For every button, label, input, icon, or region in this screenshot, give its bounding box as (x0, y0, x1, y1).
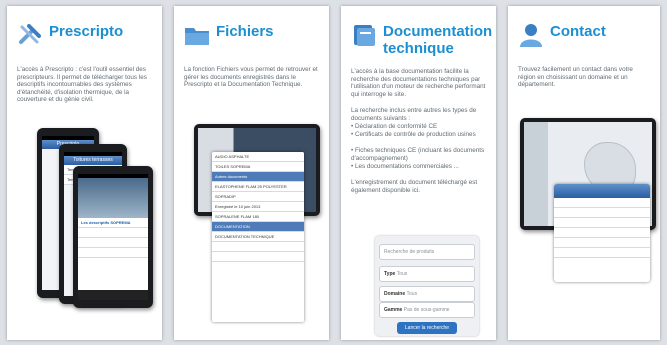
panel-title: Prescripto (49, 23, 124, 40)
book-icon (351, 22, 377, 48)
file-item[interactable]: Autres documents (212, 172, 304, 182)
panel-fichiers: Fichiers La fonction Fichiers vous perme… (174, 6, 329, 340)
file-item[interactable]: Enregistré le 10 juin 2013 (212, 202, 304, 212)
phone-screen: Les descriptifs SOPREMA (78, 174, 148, 300)
panel-prescripto: Prescripto L'accès à Prescripto : c'est … (7, 6, 162, 340)
file-item[interactable]: SOPRALENE FLAM 180 (212, 212, 304, 222)
folder-icon (184, 22, 210, 48)
panel-title: Contact (550, 23, 606, 40)
mock-tabbar (78, 290, 148, 300)
panel-header: Prescripto (17, 16, 156, 56)
file-item[interactable]: SOPRADIP (212, 192, 304, 202)
mock-photo (78, 178, 148, 218)
contact-card (554, 184, 650, 282)
person-icon (518, 22, 544, 48)
range-select[interactable]: Gamme Pas de sous-gamme (379, 302, 475, 318)
mock-list-title: Les descriptifs SOPREMA (78, 218, 148, 228)
search-button[interactable]: Lancer la recherche (397, 322, 457, 334)
panel-title-line2: technique (383, 40, 454, 57)
search-form: Recherche de produits Type Tous Domaine … (375, 236, 479, 336)
list-intro: La recherche inclus entre autres les typ… (351, 107, 477, 122)
phone-mockup-front: Les descriptifs SOPREMA (73, 166, 153, 308)
panel-header: Contact (518, 16, 654, 56)
panel-description: L'accès à la base documentation facilite… (351, 68, 486, 98)
search-input[interactable]: Recherche de produits (379, 244, 475, 260)
card-header (554, 184, 650, 198)
list-item: • Déclaration de conformité CE (351, 123, 438, 130)
range-label: Gamme (384, 307, 404, 313)
file-item[interactable]: TOILES SOPREMA (212, 162, 304, 172)
list-item: • Certificats de contrôle de production … (351, 131, 476, 138)
type-value: Tous (396, 271, 408, 277)
panel-description: La fonction Fichiers vous permet de retr… (184, 66, 318, 89)
panel-description: Trouvez facilement un contact dans votre… (518, 66, 633, 89)
panel-header: Fichiers (184, 16, 323, 56)
panel-title-line1: Documentation (383, 23, 493, 40)
range-value: Pas de sous-gamme (403, 307, 450, 313)
list-item: • Fiches techniques CE (incluant les doc… (351, 147, 485, 162)
file-item[interactable]: DOCUMENTATION (212, 222, 304, 232)
tools-icon (17, 22, 43, 48)
panel-header: Documentation technique (351, 16, 493, 64)
domain-select[interactable]: Domaine Tous (379, 286, 475, 302)
panel-documentation: Documentation technique L'accès à la bas… (341, 6, 496, 340)
file-item[interactable]: ELASTOPHENE FLAM 25 POLYESTER (212, 182, 304, 192)
domain-value: Tous (406, 291, 418, 297)
domain-label: Domaine (384, 291, 407, 297)
mock-row: Toitures terrasses (64, 156, 122, 165)
type-label: Type (384, 271, 397, 277)
panel-footer: L'enregistrement du document téléchargé … (351, 179, 478, 194)
list-item: • Les documentations commerciales ... (351, 163, 459, 170)
type-select[interactable]: Type Tous (379, 266, 475, 282)
panel-title: Fichiers (216, 23, 274, 40)
file-list-popup: AUDIO ASPHALTE TOILES SOPREMA Autres doc… (212, 152, 304, 322)
file-item[interactable]: DOCUMENTATION TECHNIQUE (212, 232, 304, 242)
panel-contact: Contact Trouvez facilement un contact da… (508, 6, 660, 340)
panel-description: L'accès à Prescripto : c'est l'outil ess… (17, 66, 147, 104)
file-item[interactable]: AUDIO ASPHALTE (212, 152, 304, 162)
